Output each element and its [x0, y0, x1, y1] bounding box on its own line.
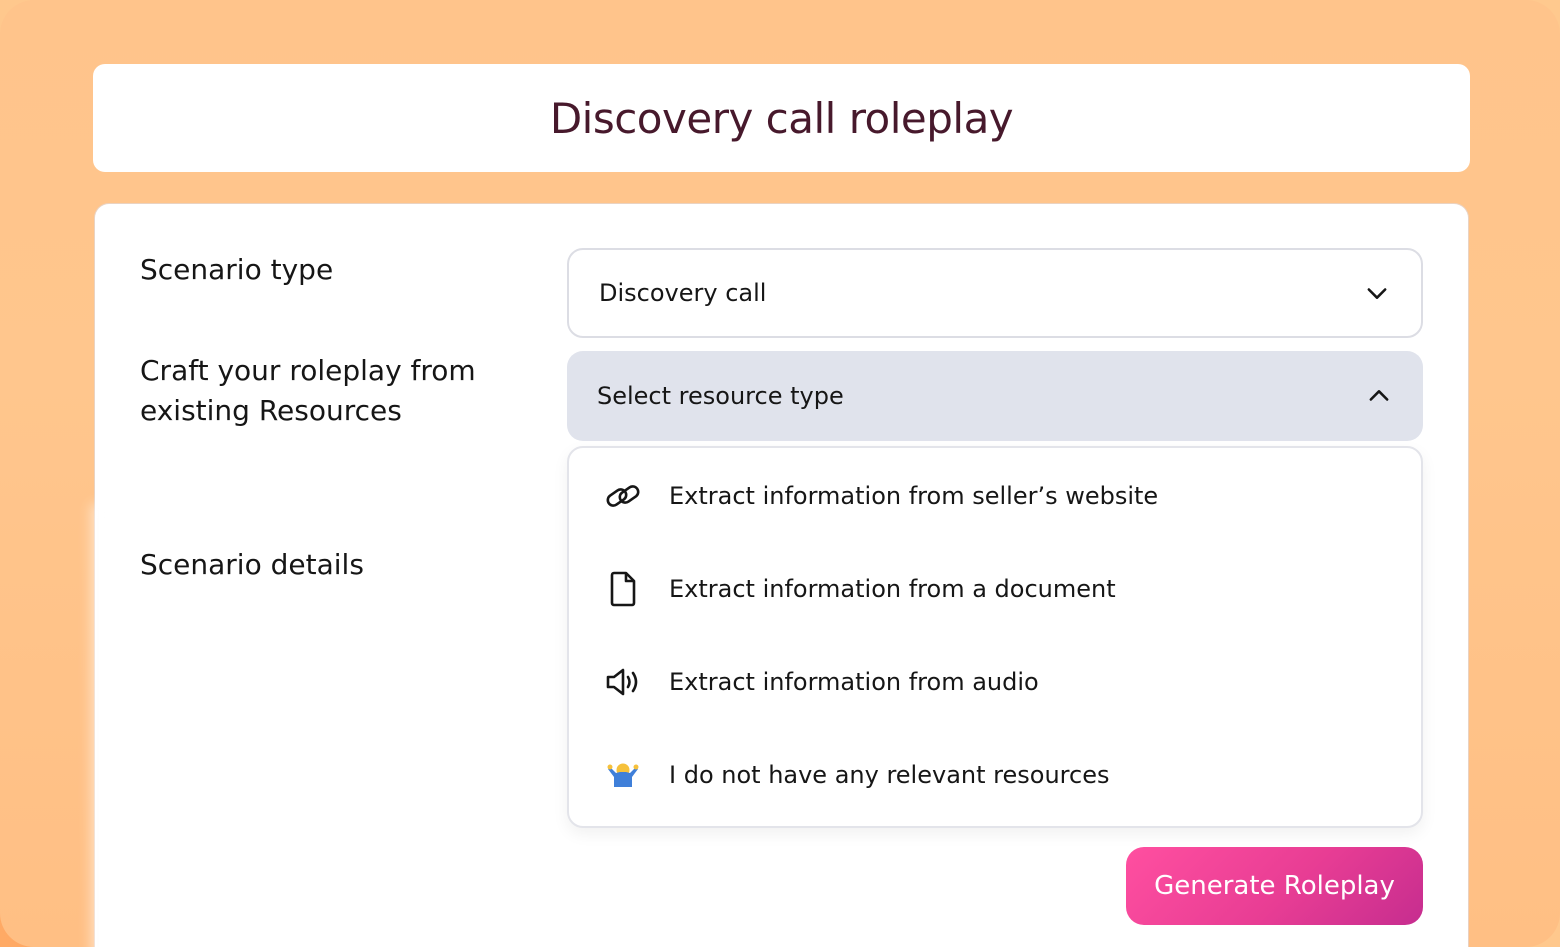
generate-roleplay-button[interactable]: Generate Roleplay: [1126, 847, 1423, 925]
speaker-icon: [601, 660, 645, 704]
person-shrug-icon: [601, 753, 645, 797]
option-document[interactable]: Extract information from a document: [569, 549, 1421, 629]
chevron-up-icon: [1369, 390, 1389, 401]
resource-type-placeholder: Select resource type: [597, 382, 844, 410]
link-icon: [601, 474, 645, 518]
form-card: Scenario type Craft your roleplay from e…: [95, 204, 1468, 947]
scenario-type-select[interactable]: Discovery call: [567, 248, 1423, 338]
document-icon: [601, 567, 645, 611]
option-no-resources[interactable]: I do not have any relevant resources: [569, 735, 1421, 815]
app-background: Discovery call roleplay Scenario type Cr…: [0, 0, 1560, 947]
title-card: Discovery call roleplay: [93, 64, 1470, 172]
scenario-details-label: Scenario details: [140, 548, 364, 581]
option-audio[interactable]: Extract information from audio: [569, 642, 1421, 722]
page-title: Discovery call roleplay: [549, 93, 1014, 143]
chevron-down-icon: [1367, 288, 1387, 299]
option-label: Extract information from a document: [669, 575, 1116, 603]
option-website[interactable]: Extract information from seller’s websit…: [569, 456, 1421, 536]
option-label: I do not have any relevant resources: [669, 761, 1110, 789]
scenario-type-label: Scenario type: [140, 253, 334, 286]
resource-type-dropdown: Extract information from seller’s websit…: [567, 446, 1423, 828]
scenario-type-value: Discovery call: [599, 279, 767, 307]
option-label: Extract information from seller’s websit…: [669, 482, 1159, 510]
resources-label: Craft your roleplay from existing Resour…: [140, 354, 476, 427]
resource-type-select[interactable]: Select resource type: [567, 351, 1423, 441]
option-label: Extract information from audio: [669, 668, 1039, 696]
